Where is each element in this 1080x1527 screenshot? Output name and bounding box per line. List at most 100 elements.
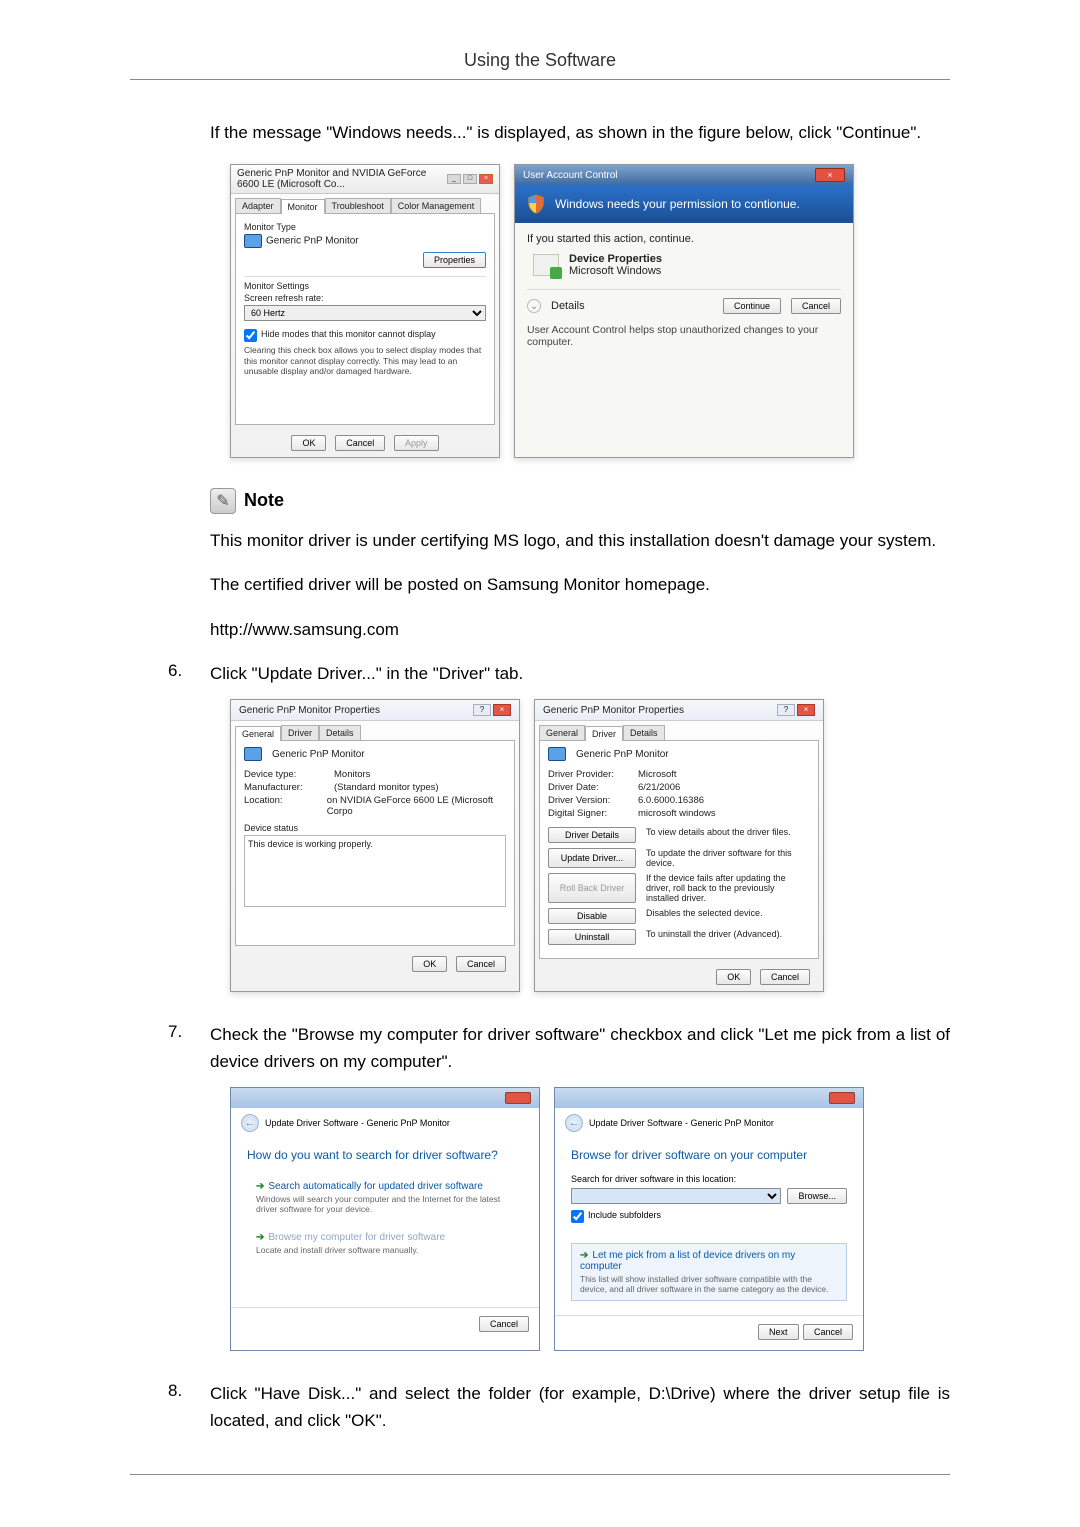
uac-dialog: User Account Control × Windows needs you… [514, 164, 854, 458]
device-status-box: This device is working properly. [244, 835, 506, 907]
program-name: Device Properties [569, 253, 662, 265]
option-search-automatically[interactable]: ➔Search automatically for updated driver… [247, 1174, 523, 1221]
cancel-button[interactable]: Cancel [335, 435, 385, 451]
driver-date-label: Driver Date: [548, 782, 638, 793]
monitor-type-label: Monitor Type [244, 222, 486, 232]
driver-details-desc: To view details about the driver files. [646, 827, 810, 843]
uninstall-button[interactable]: Uninstall [548, 929, 636, 945]
monitor-icon [244, 747, 262, 761]
chevron-down-icon[interactable]: ⌄ [527, 299, 541, 313]
ok-button[interactable]: OK [716, 969, 751, 985]
tab-monitor[interactable]: Monitor [281, 199, 325, 214]
close-icon[interactable] [829, 1092, 855, 1104]
uac-footer-text: User Account Control helps stop unauthor… [527, 324, 841, 348]
ok-button[interactable]: OK [412, 956, 447, 972]
details-link[interactable]: Details [551, 300, 713, 312]
close-icon[interactable]: × [479, 174, 493, 184]
monitor-type-value: Generic PnP Monitor [266, 236, 359, 247]
help-icon[interactable]: ? [777, 704, 795, 716]
cancel-button[interactable]: Cancel [803, 1324, 853, 1340]
close-icon[interactable]: × [797, 704, 815, 716]
close-icon[interactable] [505, 1092, 531, 1104]
tab-driver[interactable]: Driver [281, 725, 319, 740]
tab-driver[interactable]: Driver [585, 726, 623, 741]
window-title: Generic PnP Monitor and NVIDIA GeForce 6… [237, 168, 447, 190]
step-number: 7. [168, 1022, 190, 1075]
apply-button[interactable]: Apply [394, 435, 439, 451]
window-title: Generic PnP Monitor Properties [239, 705, 380, 716]
option-desc: This list will show installed driver sof… [580, 1274, 838, 1294]
program-publisher: Microsoft Windows [569, 265, 662, 277]
next-button[interactable]: Next [758, 1324, 799, 1340]
hide-modes-checkbox[interactable] [244, 329, 257, 342]
step-number: 6. [168, 661, 190, 687]
update-driver-wizard-browse: ← Update Driver Software - Generic PnP M… [554, 1087, 864, 1351]
include-subfolders-checkbox[interactable] [571, 1210, 584, 1223]
wizard-heading: Browse for driver software on your compu… [571, 1148, 847, 1162]
uac-band-text: Windows needs your permission to contion… [555, 197, 800, 211]
option-let-me-pick[interactable]: ➔Let me pick from a list of device drive… [571, 1243, 847, 1301]
option-desc: Windows will search your computer and th… [256, 1194, 514, 1214]
tab-color-management[interactable]: Color Management [391, 198, 482, 213]
cancel-button[interactable]: Cancel [479, 1316, 529, 1332]
note-label: Note [244, 490, 284, 511]
option-desc: Locate and install driver software manua… [256, 1245, 514, 1255]
tab-details[interactable]: Details [623, 725, 665, 740]
monitor-icon [244, 234, 262, 248]
wizard-breadcrumb: Update Driver Software - Generic PnP Mon… [589, 1118, 774, 1128]
cancel-button[interactable]: Cancel [791, 298, 841, 314]
monitor-settings-label: Monitor Settings [244, 276, 486, 291]
option-browse-computer[interactable]: ➔Browse my computer for driver software … [247, 1225, 523, 1262]
wizard-breadcrumb: Update Driver Software - Generic PnP Mon… [265, 1118, 450, 1128]
step-7-text: Check the "Browse my computer for driver… [210, 1022, 950, 1075]
location-value: on NVIDIA GeForce 6600 LE (Microsoft Cor… [327, 795, 506, 817]
driver-provider-value: Microsoft [638, 769, 677, 780]
driver-details-button[interactable]: Driver Details [548, 827, 636, 843]
back-button[interactable]: ← [241, 1114, 259, 1132]
option-title: Browse my computer for driver software [268, 1232, 445, 1243]
disable-button[interactable]: Disable [548, 908, 636, 924]
manufacturer-label: Manufacturer: [244, 782, 334, 793]
browse-button[interactable]: Browse... [787, 1188, 847, 1204]
arrow-icon: ➔ [256, 1232, 264, 1243]
maximize-icon[interactable]: □ [463, 174, 477, 184]
update-driver-button[interactable]: Update Driver... [548, 848, 636, 868]
tab-adapter[interactable]: Adapter [235, 198, 281, 213]
minimize-icon[interactable]: _ [447, 174, 461, 184]
continue-button[interactable]: Continue [723, 298, 781, 314]
device-name: Generic PnP Monitor [272, 749, 365, 760]
monitor-properties-dialog: Generic PnP Monitor and NVIDIA GeForce 6… [230, 164, 500, 458]
roll-back-driver-button[interactable]: Roll Back Driver [548, 873, 636, 903]
wizard-heading: How do you want to search for driver sof… [247, 1148, 523, 1162]
driver-date-value: 6/21/2006 [638, 782, 680, 793]
manufacturer-value: (Standard monitor types) [334, 782, 439, 793]
option-title: Search automatically for updated driver … [268, 1181, 483, 1192]
ok-button[interactable]: OK [291, 435, 326, 451]
back-button[interactable]: ← [565, 1114, 583, 1132]
uninstall-desc: To uninstall the driver (Advanced). [646, 929, 810, 945]
tab-general[interactable]: General [539, 725, 585, 740]
step-number: 8. [168, 1381, 190, 1434]
device-name: Generic PnP Monitor [576, 749, 669, 760]
window-title: Generic PnP Monitor Properties [543, 705, 684, 716]
roll-back-desc: If the device fails after updating the d… [646, 873, 810, 903]
include-subfolders-label: Include subfolders [588, 1210, 661, 1220]
cancel-button[interactable]: Cancel [456, 956, 506, 972]
properties-button[interactable]: Properties [423, 252, 486, 268]
device-type-label: Device type: [244, 769, 334, 780]
tab-details[interactable]: Details [319, 725, 361, 740]
digital-signer-value: microsoft windows [638, 808, 716, 819]
cancel-button[interactable]: Cancel [760, 969, 810, 985]
hide-modes-label: Hide modes that this monitor cannot disp… [261, 329, 436, 339]
arrow-icon: ➔ [580, 1250, 588, 1261]
option-title: Let me pick from a list of device driver… [580, 1250, 795, 1272]
refresh-rate-select[interactable]: 60 Hertz [244, 305, 486, 321]
close-icon[interactable]: × [815, 168, 845, 182]
help-icon[interactable]: ? [473, 704, 491, 716]
tab-general[interactable]: General [235, 726, 281, 741]
close-icon[interactable]: × [493, 704, 511, 716]
tab-troubleshoot[interactable]: Troubleshoot [325, 198, 391, 213]
program-icon [533, 254, 559, 276]
step-6-text: Click "Update Driver..." in the "Driver"… [210, 661, 950, 687]
path-combobox[interactable] [571, 1188, 781, 1204]
